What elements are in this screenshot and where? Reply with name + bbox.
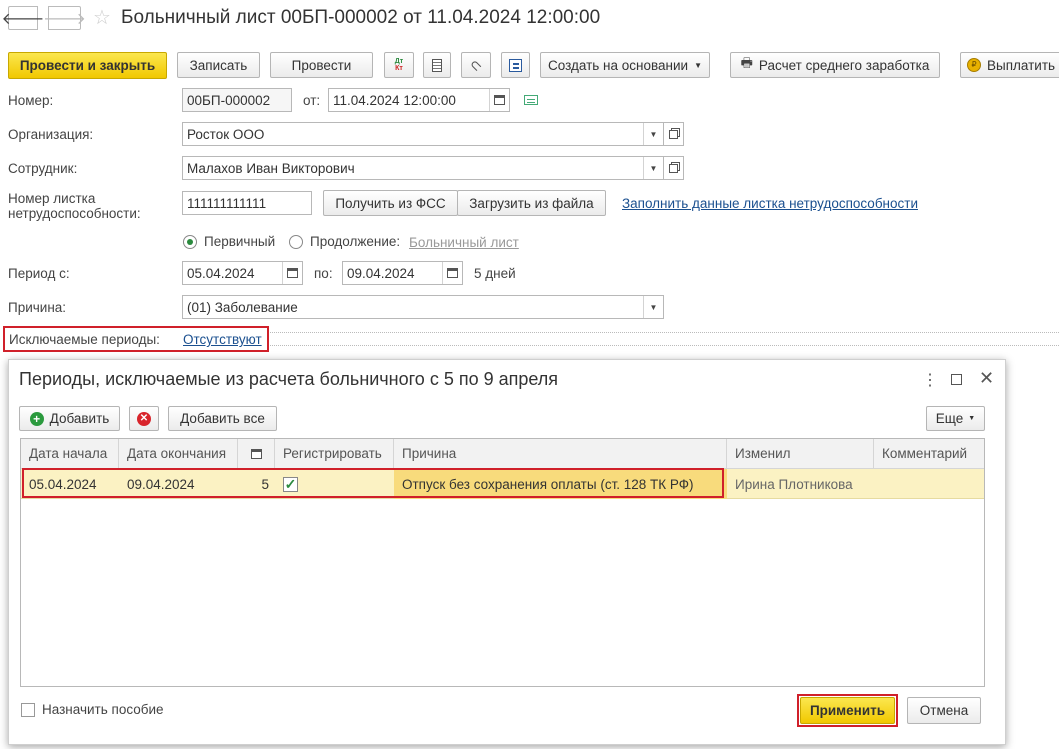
highlight-frame xyxy=(797,694,898,727)
open-organization-icon[interactable] xyxy=(664,122,684,146)
hierarchy-icon xyxy=(509,58,522,72)
chevron-down-icon[interactable]: ▼ xyxy=(643,296,663,318)
edit-number-icon[interactable] xyxy=(524,95,538,105)
assign-benefit-checkbox[interactable] xyxy=(21,703,35,717)
employee-field[interactable]: Малахов Иван Викторович ▼ xyxy=(182,156,664,180)
create-based-on-button[interactable]: Создать на основании ▼ xyxy=(540,52,710,78)
number-label: Номер: xyxy=(8,93,54,108)
add-all-button[interactable]: Добавить все xyxy=(168,406,277,431)
arrow-right-icon: 🡒 xyxy=(43,10,86,28)
coin-icon: ₽ xyxy=(967,58,981,72)
add-button[interactable]: + Добавить xyxy=(19,406,120,431)
calendar-icon[interactable] xyxy=(442,262,462,284)
excluded-periods-dialog: Периоды, исключаемые из расчета больничн… xyxy=(8,359,1006,745)
column-start-date[interactable]: Дата начала xyxy=(21,439,119,468)
period-label: Период с: xyxy=(8,266,70,281)
dt-kt-button[interactable]: Дт Кт xyxy=(384,52,414,78)
cell-comment[interactable] xyxy=(874,469,984,499)
back-button[interactable]: 🡐 xyxy=(2,6,44,30)
column-changed-by[interactable]: Изменил xyxy=(727,439,874,468)
period-from-field[interactable]: 05.04.2024 xyxy=(182,261,303,285)
organization-field[interactable]: Росток ООО ▼ xyxy=(182,122,664,146)
cancel-button[interactable]: Отмена xyxy=(907,697,981,724)
assign-benefit-label: Назначить пособие xyxy=(42,702,164,717)
highlight-frame xyxy=(3,326,269,352)
attachments-button[interactable]: ⊂ xyxy=(461,52,491,78)
period-to-field[interactable]: 09.04.2024 xyxy=(342,261,463,285)
section-divider xyxy=(270,332,1059,333)
highlight-frame xyxy=(22,468,724,498)
post-button[interactable]: Провести xyxy=(270,52,373,78)
reason-label: Причина: xyxy=(8,300,67,315)
column-days[interactable] xyxy=(238,439,275,468)
sheet-number-field[interactable]: 111111111111 xyxy=(182,191,312,215)
delete-button[interactable]: ✕ xyxy=(129,406,159,431)
save-button[interactable]: Записать xyxy=(177,52,260,78)
days-count: 5 дней xyxy=(474,266,516,281)
chevron-down-icon: ▼ xyxy=(968,415,976,422)
plus-circle-icon: + xyxy=(29,411,44,426)
chevron-down-icon: ▼ xyxy=(694,60,702,70)
calendar-icon[interactable] xyxy=(282,262,302,284)
get-from-fss-button[interactable]: Получить из ФСС xyxy=(323,190,458,216)
printer-icon: 🖶 xyxy=(740,55,753,70)
period-to-label: по: xyxy=(314,266,333,281)
chevron-down-icon[interactable]: ▼ xyxy=(643,123,663,145)
number-field[interactable]: 00БП-000002 xyxy=(182,88,292,112)
forward-button[interactable]: 🡒 xyxy=(43,6,86,30)
calendar-icon xyxy=(250,448,262,459)
employee-label: Сотрудник: xyxy=(8,161,78,176)
table-header: Дата начала Дата окончания Регистрироват… xyxy=(21,439,984,469)
list-icon xyxy=(432,58,442,72)
primary-label: Первичный xyxy=(204,234,276,249)
from-label: от: xyxy=(303,93,321,108)
cell-changed-by: Ирина Плотникова xyxy=(735,476,853,492)
column-end-date[interactable]: Дата окончания xyxy=(119,439,238,468)
reason-field[interactable]: (01) Заболевание ▼ xyxy=(182,295,664,319)
continuation-radio[interactable] xyxy=(289,235,303,249)
calendar-icon[interactable] xyxy=(489,89,509,111)
section-divider xyxy=(270,345,1059,346)
post-and-close-button[interactable]: Провести и закрыть xyxy=(8,52,167,79)
organization-label: Организация: xyxy=(8,127,94,142)
open-employee-icon[interactable] xyxy=(664,156,684,180)
column-reason[interactable]: Причина xyxy=(394,439,727,468)
more-vertical-icon[interactable]: ⋮ xyxy=(922,370,938,390)
fill-sheet-data-link[interactable]: Заполнить данные листка нетрудоспособнос… xyxy=(622,196,918,211)
close-icon[interactable]: ✕ xyxy=(979,368,994,389)
average-earnings-button[interactable]: 🖶 Расчет среднего заработка xyxy=(730,52,940,78)
continuation-label: Продолжение: xyxy=(310,234,401,249)
delete-icon: ✕ xyxy=(137,411,151,426)
paperclip-icon: ⊂ xyxy=(466,54,487,75)
favorite-star-icon[interactable]: ☆ xyxy=(93,5,111,30)
arrow-left-icon: 🡐 xyxy=(1,10,45,28)
window-title: Больничный лист 00БП-000002 от 11.04.202… xyxy=(121,7,601,28)
structure-button[interactable] xyxy=(501,52,530,78)
sheet-number-label: Номер листка нетрудоспособности: xyxy=(8,191,141,221)
dialog-title: Периоды, исключаемые из расчета больничн… xyxy=(19,369,559,389)
sick-leave-link: Больничный лист xyxy=(409,235,519,250)
column-register[interactable]: Регистрировать xyxy=(275,439,394,468)
maximize-icon[interactable] xyxy=(951,374,962,385)
date-field[interactable]: 11.04.2024 12:00:00 xyxy=(328,88,510,112)
chevron-down-icon[interactable]: ▼ xyxy=(643,157,663,179)
pay-button[interactable]: ₽ Выплатить xyxy=(960,52,1059,78)
dt-kt-icon: Дт Кт xyxy=(394,58,404,72)
more-button[interactable]: Еще ▼ xyxy=(926,406,985,431)
column-comment[interactable]: Комментарий xyxy=(874,439,984,468)
load-from-file-button[interactable]: Загрузить из файла xyxy=(457,190,606,216)
primary-radio[interactable] xyxy=(183,235,197,249)
report-button[interactable] xyxy=(423,52,451,78)
